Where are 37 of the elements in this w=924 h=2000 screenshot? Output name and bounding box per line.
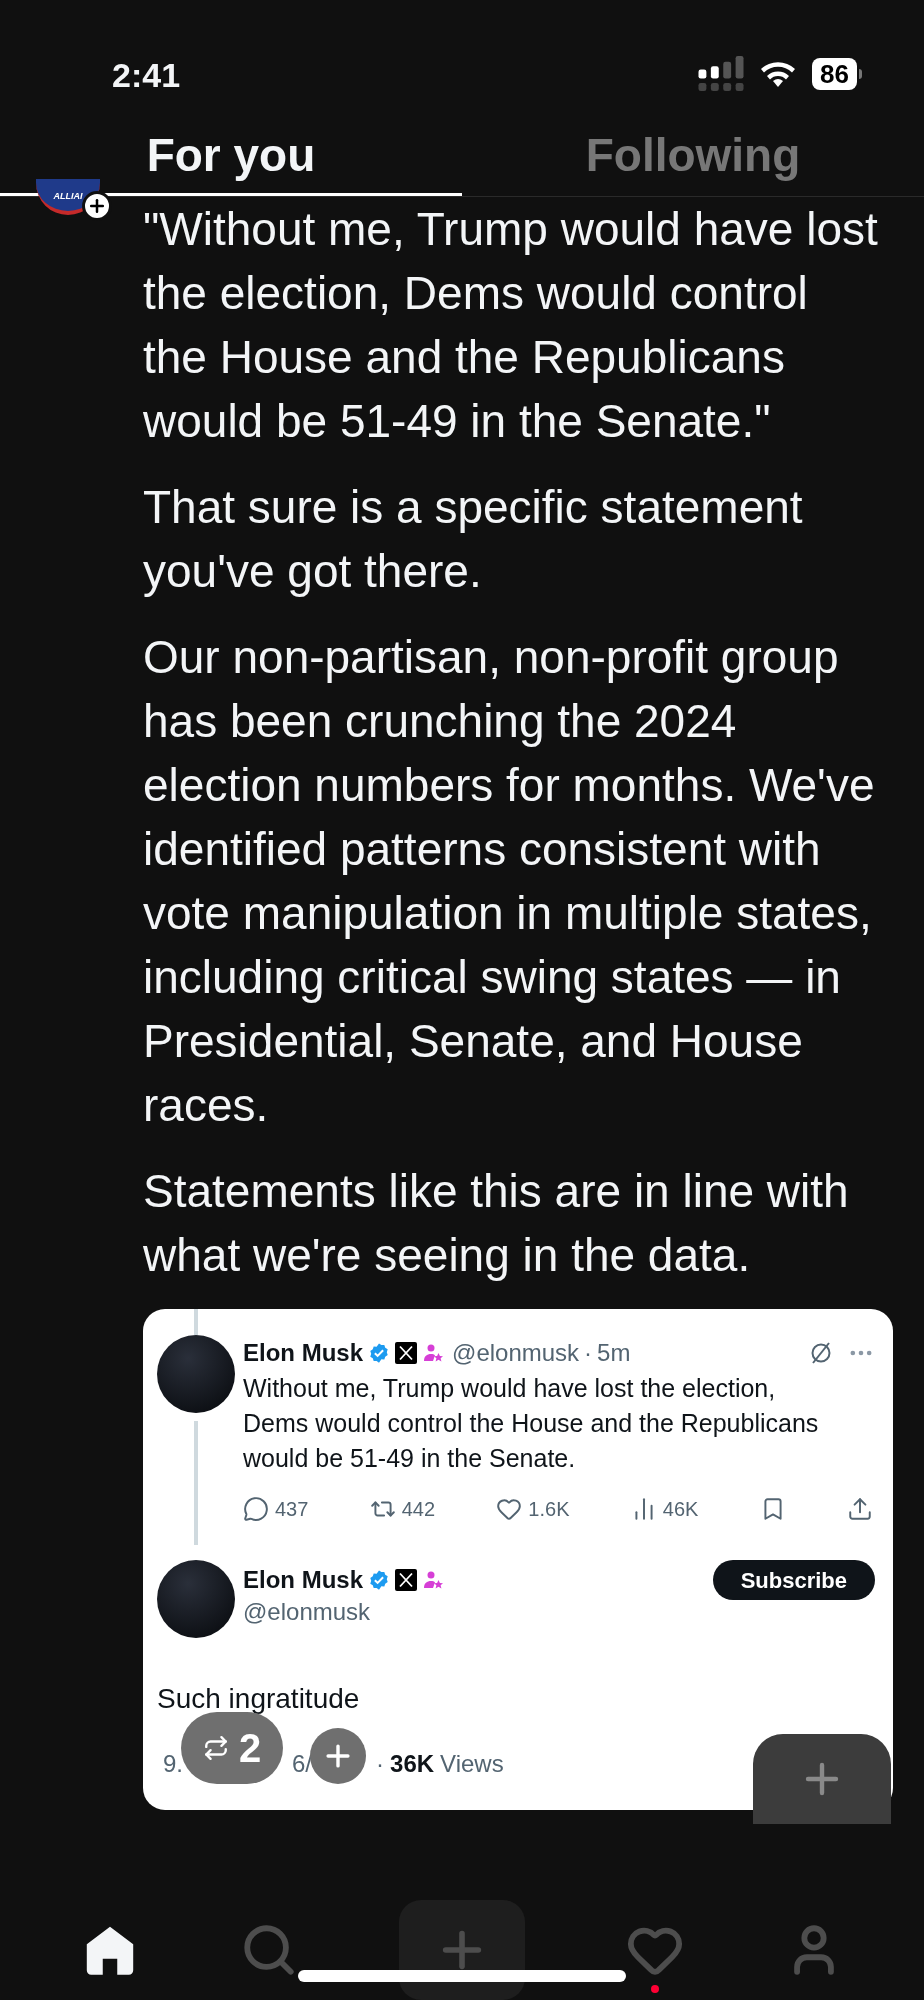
post-meta: · — [376, 1749, 385, 1779]
post-paragraph: Statements like this are in line with what we're seeing in the data. — [143, 1164, 850, 1283]
feed-tab[interactable]: Following — [462, 118, 924, 196]
plus-icon — [87, 196, 107, 216]
author-name: Elon Musk — [243, 1565, 363, 1595]
stat-count: 442 — [401, 1497, 436, 1522]
floating-compose-button[interactable] — [753, 1734, 891, 1824]
author-handle: @elonmusk — [243, 1597, 372, 1627]
signal-icon — [698, 56, 745, 92]
author-name: Elon Musk — [243, 1338, 363, 1368]
person-star-icon — [422, 1342, 444, 1364]
person-star-icon — [422, 1569, 444, 1591]
stat-count: 437 — [275, 1497, 309, 1522]
verified-badge-icon — [368, 1569, 390, 1591]
battery-indicator: 86 — [812, 58, 862, 90]
status-time: 2:41 — [112, 58, 181, 92]
post-paragraph: That sure is a specific statement you've got there. — [143, 480, 804, 599]
post-meta: Views — [440, 1749, 504, 1779]
post-paragraph: Our non-partisan, non-profit group has been crunching the 2024 election numbers for months. We've identified patterns consistent with vote manipulation in multiple states, including critical swing states — in Presidential, Senate, and House races. — [143, 630, 876, 1133]
stat-count: 1.6K — [528, 1497, 570, 1522]
comment-icon[interactable] — [243, 1496, 269, 1522]
post-text: Without me, Trump would have lost the election, Dems would control the House and the Republicans would be 51-49 in the Senate. — [243, 1373, 820, 1474]
heart-icon[interactable] — [496, 1496, 523, 1522]
post-time: 5m — [597, 1338, 631, 1368]
subscribe-button[interactable]: Subscribe — [712, 1560, 875, 1600]
post-meta: 9. — [163, 1749, 183, 1779]
share-icon[interactable] — [847, 1496, 873, 1522]
logo-icon — [395, 1569, 417, 1591]
post-meta: 36K — [390, 1749, 435, 1779]
post-paragraph: "Without me, Trump would have lost the election, Dems would control the House and the Republicans would be 51-49 in the Senate." — [143, 202, 879, 449]
verified-badge-icon — [368, 1342, 390, 1364]
author-handle: @elonmusk — [452, 1338, 580, 1368]
logo-icon — [395, 1342, 417, 1364]
stat-count: 46K — [662, 1497, 699, 1522]
separator-dot: · — [584, 1338, 593, 1368]
post-meta: 6/ — [292, 1749, 313, 1779]
repost-icon — [202, 1735, 229, 1761]
